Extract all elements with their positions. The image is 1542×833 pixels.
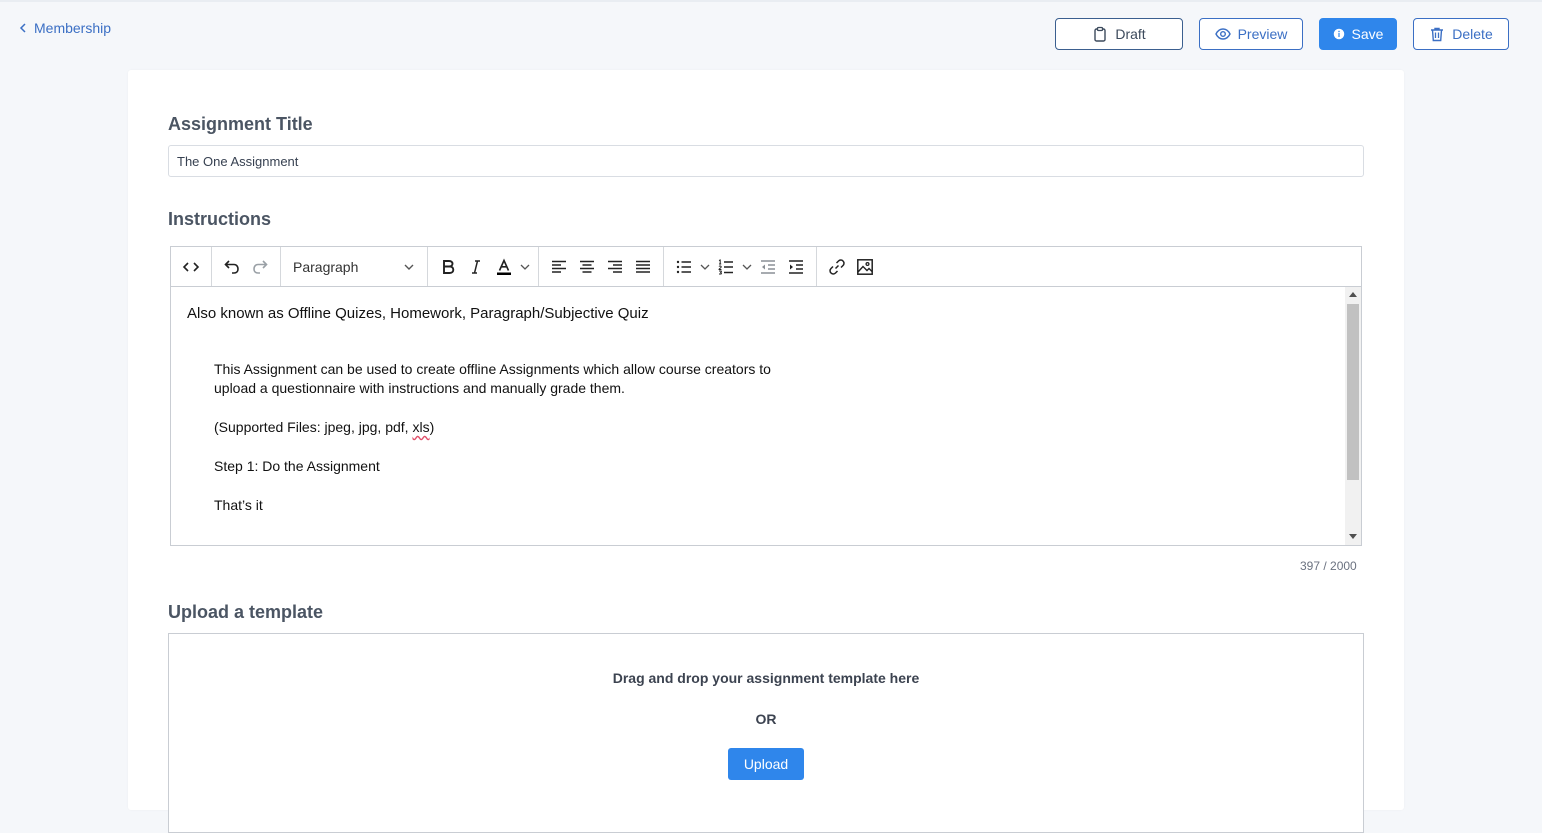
outdent-icon	[761, 259, 775, 274]
instructions-label: Instructions	[168, 209, 272, 229]
chevron-down-icon	[520, 264, 530, 270]
chevron-down-icon	[404, 264, 414, 270]
outdent-button[interactable]	[754, 253, 782, 281]
assignment-form-card: Assignment Title Instructions Paragraph	[128, 70, 1404, 833]
insert-image-button[interactable]	[851, 253, 879, 281]
italic-icon	[472, 259, 480, 274]
image-icon	[857, 258, 873, 275]
instructions-intro: Also known as Offline Quizes, Homework, …	[187, 305, 649, 322]
character-counter: 397 / 2000	[1300, 559, 1357, 573]
assignment-title-input[interactable]	[168, 145, 1364, 177]
block-format-select[interactable]: Paragraph	[287, 253, 421, 281]
preview-button-label: Preview	[1237, 26, 1288, 42]
insert-group	[817, 247, 885, 286]
chevron-down-icon	[700, 264, 710, 270]
scrollbar-thumb[interactable]	[1347, 304, 1359, 480]
align-justify-button[interactable]	[629, 253, 657, 281]
align-right-button[interactable]	[601, 253, 629, 281]
italic-button[interactable]	[462, 253, 490, 281]
align-center-button[interactable]	[573, 253, 601, 281]
list-group	[664, 247, 817, 286]
redo-icon	[253, 259, 268, 274]
numbered-list-button[interactable]	[712, 253, 740, 281]
block-format-value: Paragraph	[293, 258, 359, 275]
link-icon	[829, 258, 845, 275]
draft-button[interactable]: Draft	[1055, 18, 1183, 50]
numbered-list-dropdown[interactable]	[740, 253, 754, 281]
supported-files-text: (Supported Files: jpeg, jpg, pdf,	[214, 419, 413, 435]
bullet-list-dropdown[interactable]	[698, 253, 712, 281]
spelling-error-word[interactable]: xls	[412, 419, 429, 435]
action-bar: Draft Preview Save Delete	[0, 18, 1542, 50]
save-button-label: Save	[1351, 26, 1384, 42]
redo-button[interactable]	[246, 253, 274, 281]
template-dropzone[interactable]: Drag and drop your assignment template h…	[168, 633, 1364, 833]
code-icon	[182, 261, 200, 272]
source-group	[171, 247, 212, 286]
bold-button[interactable]	[434, 253, 462, 281]
format-group: Paragraph	[281, 247, 428, 286]
dropzone-text: Drag and drop your assignment template h…	[612, 670, 920, 686]
instructions-paragraph-line: This Assignment can be used to create of…	[214, 361, 771, 377]
scroll-up-arrow[interactable]	[1349, 292, 1357, 297]
bold-icon	[443, 259, 455, 274]
align-center-icon	[580, 260, 594, 273]
source-code-button[interactable]	[177, 253, 205, 281]
upload-template-label: Upload a template	[168, 602, 324, 622]
text-color-dropdown[interactable]	[518, 253, 532, 281]
editor-content[interactable]: Also known as Offline Quizes, Homework, …	[171, 287, 1345, 545]
indent-button[interactable]	[782, 253, 810, 281]
text-color-icon	[497, 258, 511, 275]
bullet-list-button[interactable]	[670, 253, 698, 281]
assignment-title-label: Assignment Title	[168, 114, 313, 134]
undo-icon	[224, 259, 239, 274]
rich-text-editor: Paragraph Also known as Offline Quizes, …	[170, 246, 1362, 546]
draft-button-label: Draft	[1115, 26, 1146, 42]
history-group	[212, 247, 281, 286]
upload-button[interactable]: Upload	[728, 748, 804, 780]
save-button[interactable]: Save	[1319, 18, 1397, 50]
supported-files-line: (Supported Files: jpeg, jpg, pdf, xls)	[214, 418, 434, 438]
align-justify-icon	[636, 260, 650, 273]
top-divider	[0, 0, 1542, 2]
chevron-down-icon	[742, 264, 752, 270]
numbered-list-icon	[718, 258, 733, 274]
supported-files-close: )	[429, 419, 435, 435]
clipboard-icon	[1094, 26, 1107, 42]
bullet-list-icon	[676, 260, 691, 273]
align-left-button[interactable]	[545, 253, 573, 281]
insert-link-button[interactable]	[823, 253, 851, 281]
eye-icon	[1214, 28, 1231, 40]
trash-icon	[1431, 27, 1444, 42]
align-group	[539, 247, 664, 286]
text-style-group	[428, 247, 539, 286]
instructions-paragraph-line: upload a questionnaire with instructions…	[214, 380, 625, 396]
editor-toolbar: Paragraph	[171, 247, 1361, 287]
indent-icon	[789, 259, 803, 274]
align-left-icon	[552, 260, 566, 273]
text-color-button[interactable]	[490, 253, 518, 281]
step-line: Step 1: Do the Assignment	[214, 458, 380, 474]
align-right-icon	[608, 260, 622, 273]
undo-button[interactable]	[218, 253, 246, 281]
delete-button-label: Delete	[1452, 26, 1493, 42]
preview-button[interactable]: Preview	[1199, 18, 1303, 50]
or-separator: OR	[755, 711, 777, 727]
closing-line: That’s it	[214, 497, 263, 513]
delete-button[interactable]: Delete	[1413, 18, 1509, 50]
scroll-down-arrow[interactable]	[1349, 534, 1357, 539]
editor-scrollbar[interactable]	[1345, 287, 1361, 545]
info-circle-icon	[1333, 28, 1344, 40]
